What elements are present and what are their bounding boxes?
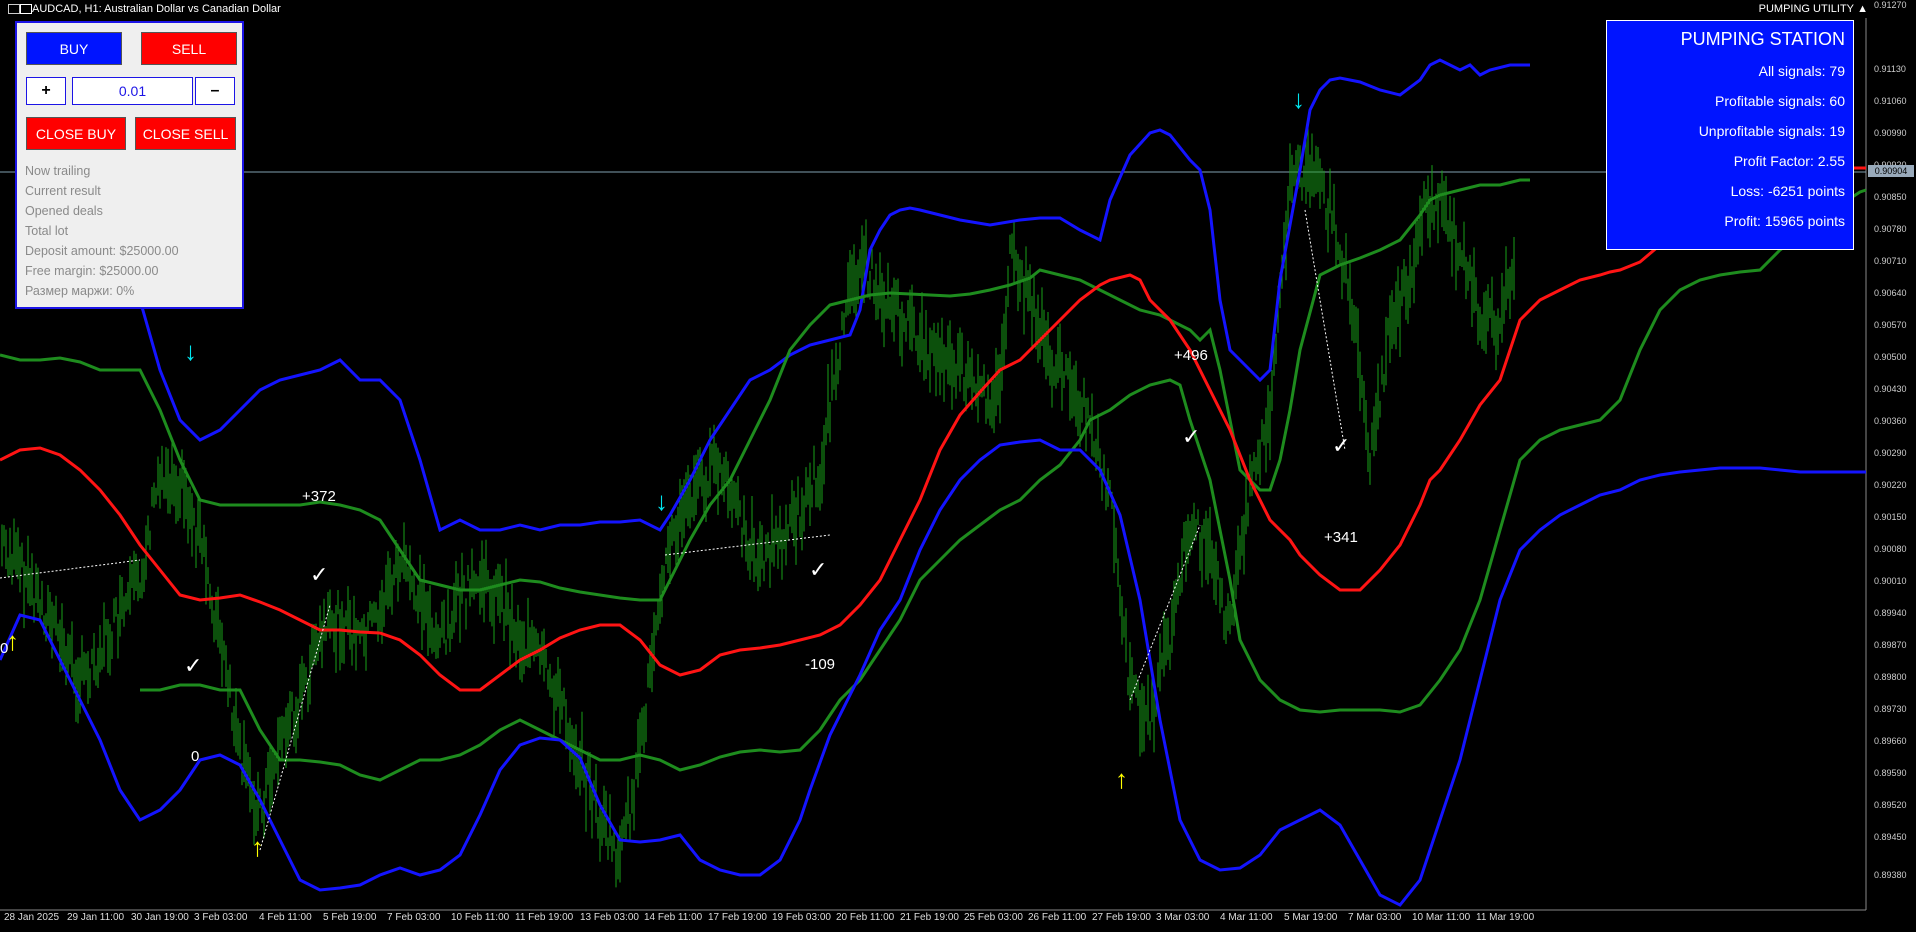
time-tick: 19 Feb 03:00 bbox=[772, 912, 831, 923]
time-tick: 11 Mar 19:00 bbox=[1476, 912, 1535, 923]
time-tick: 5 Mar 19:00 bbox=[1284, 912, 1338, 923]
price-tick: 0.89730 bbox=[1874, 704, 1907, 714]
price-tick: 0.90290 bbox=[1874, 448, 1907, 458]
stats-all-signals: All signals: 79 bbox=[1758, 63, 1845, 79]
info-total-lot: Total lot bbox=[25, 224, 69, 238]
time-tick: 14 Feb 11:00 bbox=[644, 912, 703, 923]
price-tick: 0.89870 bbox=[1874, 640, 1907, 650]
price-tick: 0.90780 bbox=[1874, 224, 1907, 234]
chart-type-icon[interactable] bbox=[20, 4, 32, 14]
chart-titlebar: AUDCAD, H1: Australian Dollar vs Canadia… bbox=[0, 0, 1916, 18]
price-tick: 0.89940 bbox=[1874, 608, 1907, 618]
time-tick: 28 Jan 2025 bbox=[4, 912, 60, 923]
price-tick: 0.90570 bbox=[1874, 320, 1907, 330]
price-tick: 0.90080 bbox=[1874, 544, 1907, 554]
buy-arrow-icon: ↑ bbox=[1115, 764, 1128, 794]
sell-arrow-icon: ↓ bbox=[184, 336, 197, 366]
time-tick: 25 Feb 03:00 bbox=[964, 912, 1023, 923]
price-tick: 0.90150 bbox=[1874, 512, 1907, 522]
trade-result-label: +372 bbox=[302, 488, 336, 505]
time-tick: 5 Feb 19:00 bbox=[323, 912, 377, 923]
sell-button[interactable]: SELL bbox=[141, 32, 237, 65]
price-tick: 0.89450 bbox=[1874, 832, 1907, 842]
price-tick: 0.90850 bbox=[1874, 192, 1907, 202]
trade-result-label: +341 bbox=[1324, 529, 1358, 546]
graduation-cap-icon: ▲ bbox=[1857, 3, 1868, 15]
time-tick: 29 Jan 11:00 bbox=[67, 912, 125, 923]
time-tick: 13 Feb 03:00 bbox=[580, 912, 639, 923]
price-tick: 0.89800 bbox=[1874, 672, 1907, 682]
stats-profit-factor: Profit Factor: 2.55 bbox=[1733, 153, 1845, 169]
price-tick: 0.90500 bbox=[1874, 352, 1907, 362]
info-free-margin: Free margin: $25000.00 bbox=[25, 264, 159, 278]
time-tick: 3 Mar 03:00 bbox=[1156, 912, 1210, 923]
trade-result-label: 0 bbox=[191, 748, 200, 765]
lot-size-input[interactable] bbox=[72, 77, 193, 105]
stats-loss: Loss: -6251 points bbox=[1730, 183, 1845, 199]
price-tick: 0.90010 bbox=[1874, 576, 1907, 586]
price-tick: 0.90220 bbox=[1874, 480, 1907, 490]
stats-profitable-signals: Profitable signals: 60 bbox=[1715, 93, 1845, 109]
trading-panel: BUY SELL + – CLOSE BUY CLOSE SELL Now tr… bbox=[15, 21, 244, 309]
check-mark-icon: ✓ bbox=[1182, 424, 1201, 449]
time-tick: 4 Feb 11:00 bbox=[259, 912, 312, 923]
time-tick: 7 Mar 03:00 bbox=[1348, 912, 1402, 923]
buy-button[interactable]: BUY bbox=[26, 32, 122, 65]
check-mark-icon: ✓ bbox=[184, 653, 203, 678]
lot-decrease-button[interactable]: – bbox=[195, 77, 235, 105]
trade-result-label: +496 bbox=[1174, 347, 1208, 364]
trade-result-label: -109 bbox=[805, 656, 836, 673]
price-tick: 0.89520 bbox=[1874, 800, 1907, 810]
time-tick: 10 Feb 11:00 bbox=[451, 912, 510, 923]
time-tick: 4 Mar 11:00 bbox=[1220, 912, 1273, 923]
utility-name: PUMPING UTILITY bbox=[1758, 3, 1854, 15]
price-tick: 0.90430 bbox=[1874, 384, 1907, 394]
stats-unprofitable-signals: Unprofitable signals: 19 bbox=[1698, 123, 1845, 139]
lot-increase-button[interactable]: + bbox=[26, 77, 66, 105]
close-sell-button[interactable]: CLOSE SELL bbox=[135, 117, 236, 150]
time-tick: 17 Feb 19:00 bbox=[708, 912, 767, 923]
info-margin-level: Размер маржи: 0% bbox=[25, 284, 135, 298]
time-tick: 27 Feb 19:00 bbox=[1092, 912, 1151, 923]
check-mark-icon: ✓ bbox=[1332, 433, 1351, 458]
price-tick: 0.90710 bbox=[1874, 256, 1907, 266]
time-tick: 3 Feb 03:00 bbox=[194, 912, 248, 923]
price-tick: 0.90640 bbox=[1874, 288, 1907, 298]
info-now-trailing: Now trailing bbox=[25, 164, 91, 178]
info-current-result: Current result bbox=[25, 184, 101, 198]
pumping-station-panel: PUMPING STATION All signals: 79 Profitab… bbox=[1606, 20, 1854, 250]
chart-title: AUDCAD, H1: Australian Dollar vs Canadia… bbox=[32, 3, 281, 15]
check-mark-icon: ✓ bbox=[310, 562, 329, 587]
price-tick: 0.89590 bbox=[1874, 768, 1907, 778]
time-tick: 7 Feb 03:00 bbox=[387, 912, 441, 923]
check-mark-icon: ✓ bbox=[809, 557, 828, 582]
price-tick: 0.90360 bbox=[1874, 416, 1907, 426]
time-tick: 20 Feb 11:00 bbox=[836, 912, 895, 923]
price-tick: 0.91060 bbox=[1874, 96, 1907, 106]
time-tick: 21 Feb 19:00 bbox=[900, 912, 959, 923]
time-tick: 11 Feb 19:00 bbox=[515, 912, 574, 923]
info-opened-deals: Opened deals bbox=[25, 204, 103, 218]
sell-arrow-icon: ↓ bbox=[1292, 84, 1305, 114]
current-price-tag: 0.90904 bbox=[1868, 165, 1914, 177]
buy-arrow-icon: ↑ bbox=[251, 832, 264, 862]
price-tick: 0.89660 bbox=[1874, 736, 1907, 746]
price-tick: 0.89380 bbox=[1874, 870, 1907, 880]
stats-title: PUMPING STATION bbox=[1680, 29, 1845, 49]
time-tick: 26 Feb 11:00 bbox=[1028, 912, 1087, 923]
info-deposit-amount: Deposit amount: $25000.00 bbox=[25, 244, 179, 258]
price-tick: 0.91270 bbox=[1874, 0, 1907, 10]
sell-arrow-icon: ↓ bbox=[655, 486, 668, 516]
price-tick: 0.90990 bbox=[1874, 128, 1907, 138]
stats-profit: Profit: 15965 points bbox=[1724, 213, 1845, 229]
time-tick: 30 Jan 19:00 bbox=[131, 912, 189, 923]
close-buy-button[interactable]: CLOSE BUY bbox=[26, 117, 126, 150]
buy-arrow-icon: ↑ bbox=[6, 626, 19, 656]
time-tick: 10 Mar 11:00 bbox=[1412, 912, 1471, 923]
chart-menu-icon[interactable] bbox=[8, 4, 20, 14]
price-tick: 0.91130 bbox=[1874, 64, 1906, 74]
